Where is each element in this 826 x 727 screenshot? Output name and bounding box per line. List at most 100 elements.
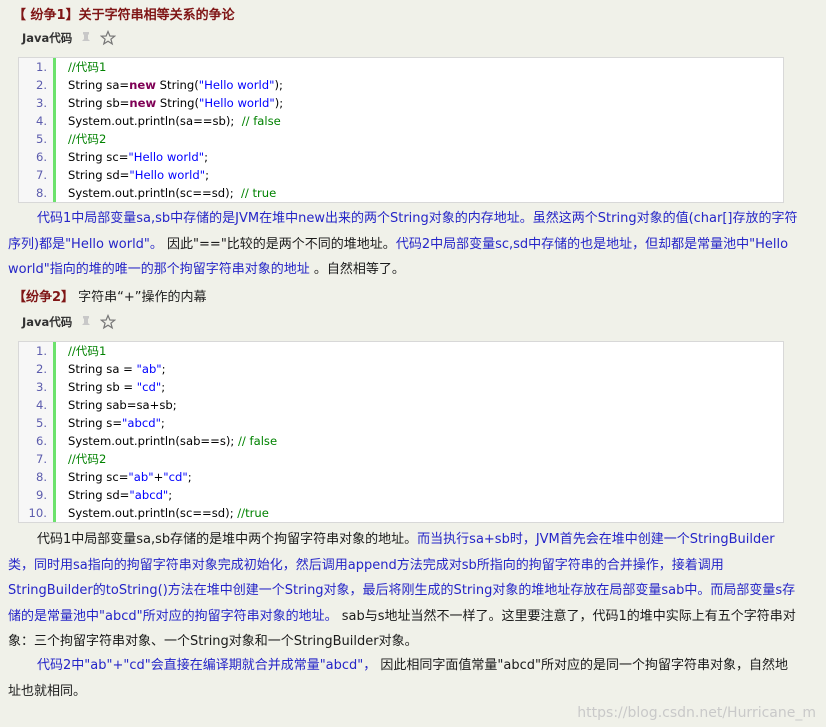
code-token: //true — [237, 506, 269, 520]
code-line: 1. //代码1 — [19, 58, 783, 76]
code-line: 8. System.out.println(sc==sd); // true — [19, 184, 783, 202]
code-token: "cd" — [136, 380, 162, 394]
line-number: 8. — [19, 468, 56, 486]
code-token: ; — [187, 470, 192, 484]
code-token: String sc= — [68, 150, 129, 164]
code-text: System.out.println(sa==sb); // false — [56, 112, 281, 130]
code-text: String sab=sa+sb; — [56, 396, 177, 414]
section1-title-text: 关于字符串相等关系的争论 — [78, 8, 235, 23]
code-line: 6. String sc="Hello world"; — [19, 148, 783, 166]
code-token: String sa = — [68, 362, 137, 376]
section1-code-label: Java代码 — [22, 31, 73, 45]
code-line: 7. //代码2 — [19, 450, 783, 468]
line-number: 2. — [19, 76, 56, 94]
code-token: //代码1 — [68, 60, 107, 74]
star-icon[interactable] — [100, 30, 117, 46]
code-token: String sa= — [68, 78, 130, 92]
code-token: //代码2 — [68, 452, 107, 466]
code-token: "Hello world" — [198, 78, 275, 92]
code-token: "ab" — [136, 362, 162, 376]
line-number: 5. — [19, 130, 56, 148]
code-token: String sb = — [68, 380, 137, 394]
line-number: 2. — [19, 360, 56, 378]
code-token: "abcd" — [122, 416, 161, 430]
watermark: https://blog.csdn.net/Hurricane_m — [577, 705, 816, 721]
explanation-paragraph-2: 代码1中局部变量sa,sb存储的是堆中两个拘留字符串对象的地址。而当执行sa+s… — [8, 527, 798, 655]
code-line: 8. String sc="ab"+"cd"; — [19, 468, 783, 486]
code-text: String sc="Hello world"; — [56, 148, 208, 166]
code-text: //代码2 — [56, 450, 106, 468]
star-icon[interactable] — [100, 314, 117, 330]
code-text: String sd="Hello world"; — [56, 166, 209, 184]
code-line-list: 1.//代码1 2. String sa=new String("Hello wor… — [19, 58, 783, 202]
section2-title: 【纷争2】 字符串“+”操作的内幕 — [13, 286, 207, 305]
section2-code-label: Java代码 — [22, 315, 73, 329]
code-text: String sa=new String("Hello world"); — [56, 76, 283, 94]
code-token: ; — [204, 150, 208, 164]
line-number: 4. — [19, 396, 56, 414]
code-token: String( — [155, 78, 199, 92]
code-text: String sb=new String("Hello world"); — [56, 94, 283, 112]
line-number: 3. — [19, 94, 56, 112]
code-token: "Hello world" — [128, 150, 205, 164]
code-text: System.out.println(sc==sd); //true — [56, 504, 269, 522]
section1-code-toolbar: Java代码 — [22, 29, 117, 47]
code-line-list: 1.//代码1 2. String sa = "ab"; 3. String sb = … — [19, 342, 783, 522]
code-line: 7. String sd="Hello world"; — [19, 166, 783, 184]
code-token: ; — [161, 380, 166, 394]
code-token: // true — [240, 186, 277, 200]
code-token: // false — [238, 434, 278, 448]
section1-title-tag: 【 纷争1】 — [13, 8, 79, 23]
pin-icon[interactable] — [78, 30, 94, 46]
code-token: String s= — [68, 416, 123, 430]
code-line: 5. String s="abcd"; — [19, 414, 783, 432]
code-token: "Hello world" — [129, 168, 206, 182]
line-number: 6. — [19, 148, 56, 166]
code-token: new — [129, 96, 157, 110]
explanation-paragraph-3: 代码2中"ab"+"cd"会直接在编译期就合并成常量"abcd"， 因此相同字面… — [8, 653, 798, 704]
line-number: 8. — [19, 184, 56, 202]
code-token: String sb= — [68, 96, 130, 110]
line-number: 10. — [19, 504, 56, 522]
code-line: 5. //代码2 — [19, 130, 783, 148]
code-line: 4. String sab=sa+sb; — [19, 396, 783, 414]
line-number: 1. — [19, 342, 56, 360]
code-line: 2. String sa = "ab"; — [19, 360, 783, 378]
code-text: String sd="abcd"; — [56, 486, 172, 504]
code-text: String sb = "cd"; — [56, 378, 165, 396]
code-text: System.out.println(sab==s); // false — [56, 432, 277, 450]
code-text: //代码2 — [56, 130, 106, 148]
code-line: 1. //代码1 — [19, 342, 783, 360]
code-text: //代码1 — [56, 58, 106, 76]
code-line: 4. System.out.println(sa==sb); // false — [19, 112, 783, 130]
pin-icon[interactable] — [78, 314, 94, 330]
code-token: String sd= — [68, 488, 130, 502]
code-line: 3. String sb = "cd"; — [19, 378, 783, 396]
section2-title-tag: 【纷争2】 — [13, 290, 75, 305]
code-token: //代码1 — [68, 344, 107, 358]
line-number: 7. — [19, 450, 56, 468]
code-token: System.out.println(sab==s); — [68, 434, 239, 448]
code-token: + — [153, 470, 164, 484]
code-text: String sa = "ab"; — [56, 360, 166, 378]
line-number: 3. — [19, 378, 56, 396]
code-token: String sc= — [68, 470, 129, 484]
code-token: "ab" — [128, 470, 154, 484]
code-line: 10. System.out.println(sc==sd); //true — [19, 504, 783, 522]
section1-title: 【 纷争1】关于字符串相等关系的争论 — [13, 4, 235, 23]
code-token: ; — [168, 488, 173, 502]
line-number: 9. — [19, 486, 56, 504]
code-token: String sd= — [68, 168, 130, 182]
code-text: String sc="ab"+"cd"; — [56, 468, 192, 486]
code-token: // false — [241, 114, 281, 128]
code-token: "abcd" — [129, 488, 169, 502]
code-token: ); — [274, 78, 283, 92]
line-number: 4. — [19, 112, 56, 130]
code-token: //代码2 — [68, 132, 107, 146]
code-token: String sab=sa+sb; — [68, 398, 177, 412]
code-line: 6. System.out.println(sab==s); // false — [19, 432, 783, 450]
code-token: String( — [156, 96, 200, 110]
code-token: System.out.println(sc==sd); — [68, 186, 241, 200]
code-text: String s="abcd"; — [56, 414, 165, 432]
line-number: 5. — [19, 414, 56, 432]
